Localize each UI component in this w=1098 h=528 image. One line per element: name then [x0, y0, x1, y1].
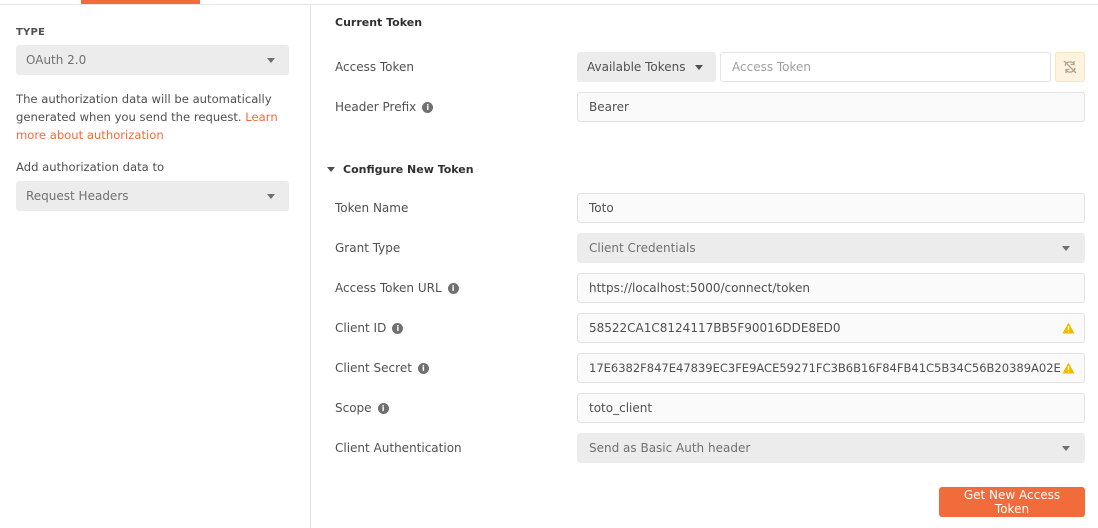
chevron-down-icon — [1062, 446, 1070, 451]
auth-description-text: The authorization data will be automatic… — [16, 92, 272, 124]
client-secret-input[interactable]: 17E6382F847E47839EC3FE9ACE59271FC3B6B16F… — [577, 353, 1085, 383]
access-token-input[interactable]: Access Token — [720, 52, 1051, 82]
client-authentication-value: Send as Basic Auth header — [589, 441, 751, 455]
client-secret-label-text: Client Secret — [335, 361, 412, 375]
configure-new-token-title: Configure New Token — [343, 163, 474, 176]
access-token-url-input[interactable]: https://localhost:5000/connect/token — [577, 273, 1085, 303]
client-id-label-text: Client ID — [335, 321, 387, 335]
client-id-value: 58522CA1C8124117BB5F90016DDE8ED0 — [589, 321, 841, 335]
client-authentication-label-text: Client Authentication — [335, 441, 462, 455]
client-authentication-label: Client Authentication — [335, 441, 462, 455]
grant-type-label-text: Grant Type — [335, 241, 401, 255]
access-token-url-label-text: Access Token URL — [335, 281, 442, 295]
top-border — [0, 4, 1098, 5]
token-name-input[interactable]: Toto — [577, 193, 1085, 223]
auth-type-value: OAuth 2.0 — [26, 53, 87, 67]
client-id-input[interactable]: 58522CA1C8124117BB5F90016DDE8ED0 — [577, 313, 1085, 343]
scope-label: Scope i — [335, 401, 389, 415]
header-prefix-label: Header Prefix i — [335, 100, 434, 114]
add-auth-to-label: Add authorization data to — [16, 160, 165, 174]
collapse-triangle-icon — [327, 167, 335, 172]
access-token-placeholder: Access Token — [732, 60, 812, 74]
info-icon[interactable]: i — [422, 101, 434, 113]
configure-new-token-toggle[interactable]: Configure New Token — [327, 163, 474, 176]
access-token-label-text: Access Token — [335, 60, 415, 74]
client-id-label: Client ID i — [335, 321, 404, 335]
active-tab-indicator — [81, 0, 200, 4]
info-icon[interactable]: i — [447, 282, 459, 294]
chevron-down-icon — [1062, 246, 1070, 251]
client-authentication-select[interactable]: Send as Basic Auth header — [577, 433, 1085, 463]
info-icon[interactable]: i — [392, 322, 404, 334]
panel-divider — [310, 5, 311, 528]
sync-token-button[interactable] — [1055, 52, 1085, 82]
chevron-down-icon — [267, 194, 275, 199]
add-auth-to-value: Request Headers — [26, 189, 129, 203]
grant-type-value: Client Credentials — [589, 241, 696, 255]
grant-type-label: Grant Type — [335, 241, 400, 255]
header-prefix-value: Bearer — [589, 100, 629, 114]
chevron-down-icon — [267, 58, 275, 63]
warning-icon — [1062, 322, 1075, 334]
chevron-down-icon — [695, 65, 703, 70]
token-name-label: Token Name — [335, 201, 408, 215]
client-secret-label: Client Secret i — [335, 361, 429, 375]
access-token-label: Access Token — [335, 60, 414, 74]
info-icon[interactable]: i — [417, 362, 429, 374]
client-secret-value: 17E6382F847E47839EC3FE9ACE59271FC3B6B16F… — [589, 361, 1061, 375]
sync-icon — [1063, 60, 1077, 74]
info-icon[interactable]: i — [377, 402, 389, 414]
access-token-url-label: Access Token URL i — [335, 281, 459, 295]
access-token-url-value: https://localhost:5000/connect/token — [589, 281, 810, 295]
warning-icon — [1062, 362, 1075, 374]
add-auth-to-select[interactable]: Request Headers — [16, 181, 289, 211]
current-token-title: Current Token — [335, 16, 423, 29]
get-new-access-token-button[interactable]: Get New Access Token — [939, 487, 1085, 517]
auth-type-select[interactable]: OAuth 2.0 — [16, 45, 289, 75]
available-tokens-label: Available Tokens — [587, 60, 686, 74]
header-prefix-input[interactable]: Bearer — [577, 92, 1085, 122]
scope-input[interactable]: toto_client — [577, 393, 1085, 423]
token-name-label-text: Token Name — [335, 201, 409, 215]
token-name-value: Toto — [589, 201, 614, 215]
auth-description: The authorization data will be automatic… — [16, 90, 278, 144]
type-label: TYPE — [16, 27, 46, 38]
scope-label-text: Scope — [335, 401, 372, 415]
header-prefix-label-text: Header Prefix — [335, 100, 417, 114]
scope-value: toto_client — [589, 401, 653, 415]
grant-type-select[interactable]: Client Credentials — [577, 233, 1085, 263]
available-tokens-select[interactable]: Available Tokens — [577, 52, 716, 82]
